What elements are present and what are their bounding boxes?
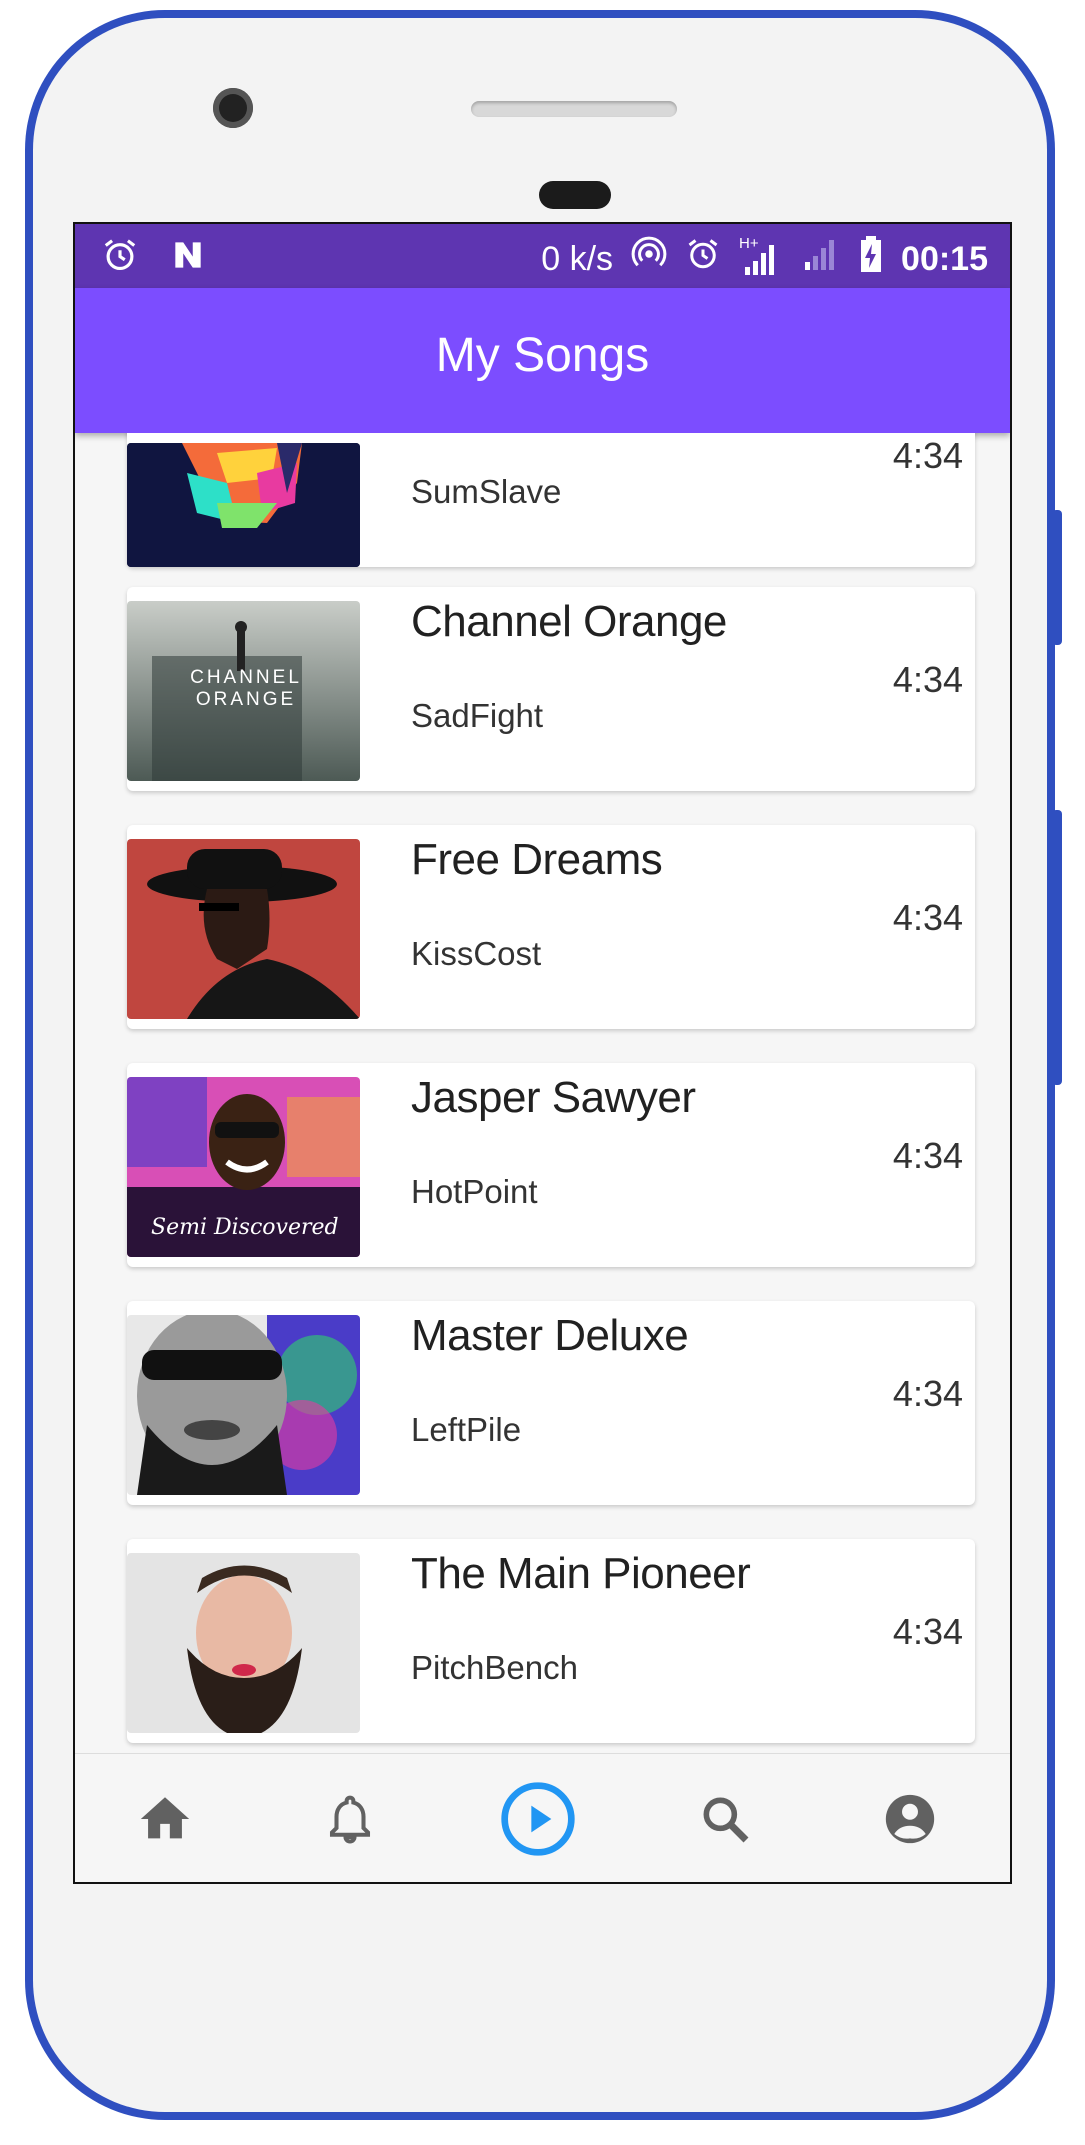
song-artist: LeftPile (411, 1411, 522, 1448)
alarm-icon (685, 236, 721, 281)
home-icon (136, 1790, 194, 1853)
song-duration: 4:34 (892, 897, 963, 938)
song-card[interactable]: CHANNEL ORANGE Channel Orange SadFight 4… (127, 587, 975, 791)
song-title: Free Dreams (411, 835, 663, 884)
song-artist: SadFight (411, 697, 544, 734)
song-list[interactable]: SumSlave 4:34 CHANNEL ORANGE Channel Ora… (75, 433, 1010, 1882)
album-cover-image: Semi Discovered (127, 1077, 360, 1257)
song-card[interactable]: The Main Pioneer PitchBench 4:34 (127, 1539, 975, 1743)
nav-now-playing[interactable] (493, 1776, 583, 1866)
bell-icon (323, 1792, 377, 1851)
nav-home[interactable] (120, 1776, 210, 1866)
network-speed: 0 k/s (541, 239, 614, 278)
song-artist: SumSlave (411, 473, 562, 510)
song-title: Jasper Sawyer (411, 1073, 696, 1122)
album-cover-image (127, 443, 360, 567)
song-artist: HotPoint (411, 1173, 538, 1210)
song-card[interactable]: Master Deluxe LeftPile 4:34 (127, 1301, 975, 1505)
nfc-icon (169, 236, 207, 283)
cover-text: CHANNEL ORANGE (190, 667, 302, 710)
song-duration: 4:34 (892, 1135, 963, 1176)
nav-notifications[interactable] (305, 1776, 395, 1866)
signal-weak-icon (801, 234, 841, 283)
hotspot-icon (631, 236, 667, 281)
play-circle-icon (498, 1779, 578, 1864)
front-camera (213, 88, 253, 128)
song-duration: 4:34 (892, 1611, 963, 1652)
song-artist: PitchBench (411, 1649, 578, 1686)
song-title: The Main Pioneer (411, 1549, 751, 1598)
song-title: Channel Orange (411, 597, 727, 646)
alarm-icon (101, 236, 139, 283)
nav-search[interactable] (680, 1776, 770, 1866)
album-cover-image (127, 839, 360, 1019)
album-cover-image (127, 1553, 360, 1733)
album-cover-image (127, 1315, 360, 1495)
signal-icon: H+ (739, 235, 783, 279)
search-icon (697, 1791, 753, 1852)
song-duration: 4:34 (892, 659, 963, 700)
song-card[interactable]: Free Dreams KissCost 4:34 (127, 825, 975, 1029)
proximity-sensor (539, 181, 611, 209)
album-cover-image: CHANNEL ORANGE (127, 601, 360, 781)
song-card[interactable]: SumSlave 4:34 (127, 433, 975, 567)
page-title: My Songs (435, 329, 650, 382)
app-bar: My Songs (75, 288, 1010, 433)
song-duration: 4:34 (892, 1373, 963, 1414)
song-duration: 4:34 (892, 435, 963, 476)
power-button (1052, 510, 1062, 645)
song-title: Master Deluxe (411, 1311, 689, 1360)
cover-text: Semi Discovered (151, 1215, 339, 1240)
song-card[interactable]: Semi Discovered Jasper Sawyer HotPoint 4… (127, 1063, 975, 1267)
clock: 00:15 (901, 239, 988, 278)
earpiece-speaker (471, 101, 677, 117)
nav-profile[interactable] (865, 1776, 955, 1866)
phone-screen: 0 k/s H+ 00:15 My Songs SumSlave 4:34 CH… (73, 222, 1012, 1884)
song-artist: KissCost (411, 935, 542, 972)
status-bar: 0 k/s H+ 00:15 (75, 224, 1010, 288)
volume-button (1052, 810, 1062, 1085)
bottom-navigation (75, 1753, 1010, 1882)
battery-charging-icon (859, 234, 883, 283)
account-circle-icon (881, 1790, 939, 1853)
